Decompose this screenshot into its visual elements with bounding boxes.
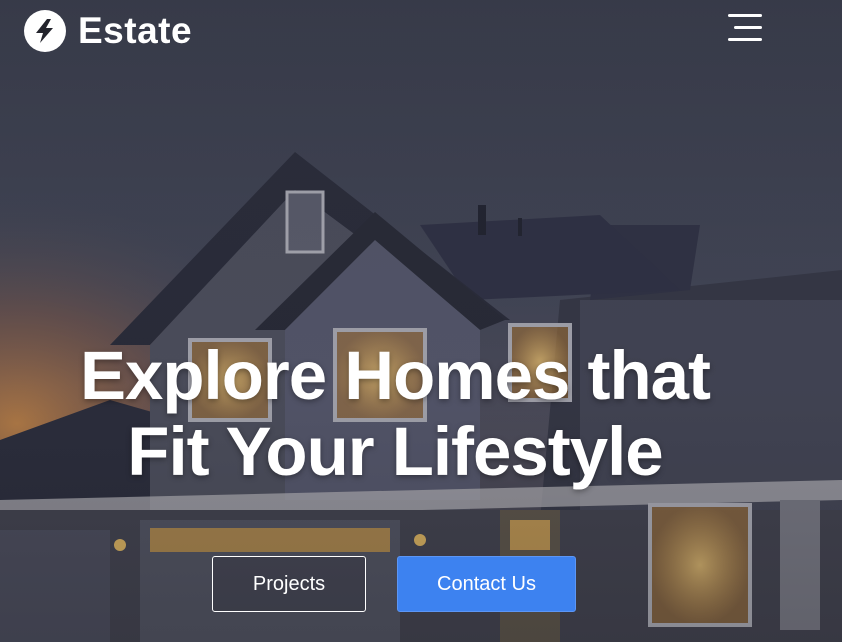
projects-button[interactable]: Projects [212, 556, 366, 612]
hamburger-menu-icon[interactable] [726, 14, 766, 44]
hero-headline-line-2: Fit Your Lifestyle [127, 413, 663, 490]
hero-headline-line-1: Explore Homes that [80, 337, 711, 414]
hero-headline: Explore Homes that Fit Your Lifestyle [0, 338, 790, 490]
hero-overlay [0, 0, 842, 642]
contact-us-button[interactable]: Contact Us [397, 556, 576, 612]
brand-name: Estate [78, 10, 193, 51]
lightning-bolt-icon [24, 10, 66, 52]
site-header: Estate [0, 0, 842, 64]
hero-section [0, 0, 842, 642]
brand-logo[interactable]: Estate [24, 10, 192, 52]
